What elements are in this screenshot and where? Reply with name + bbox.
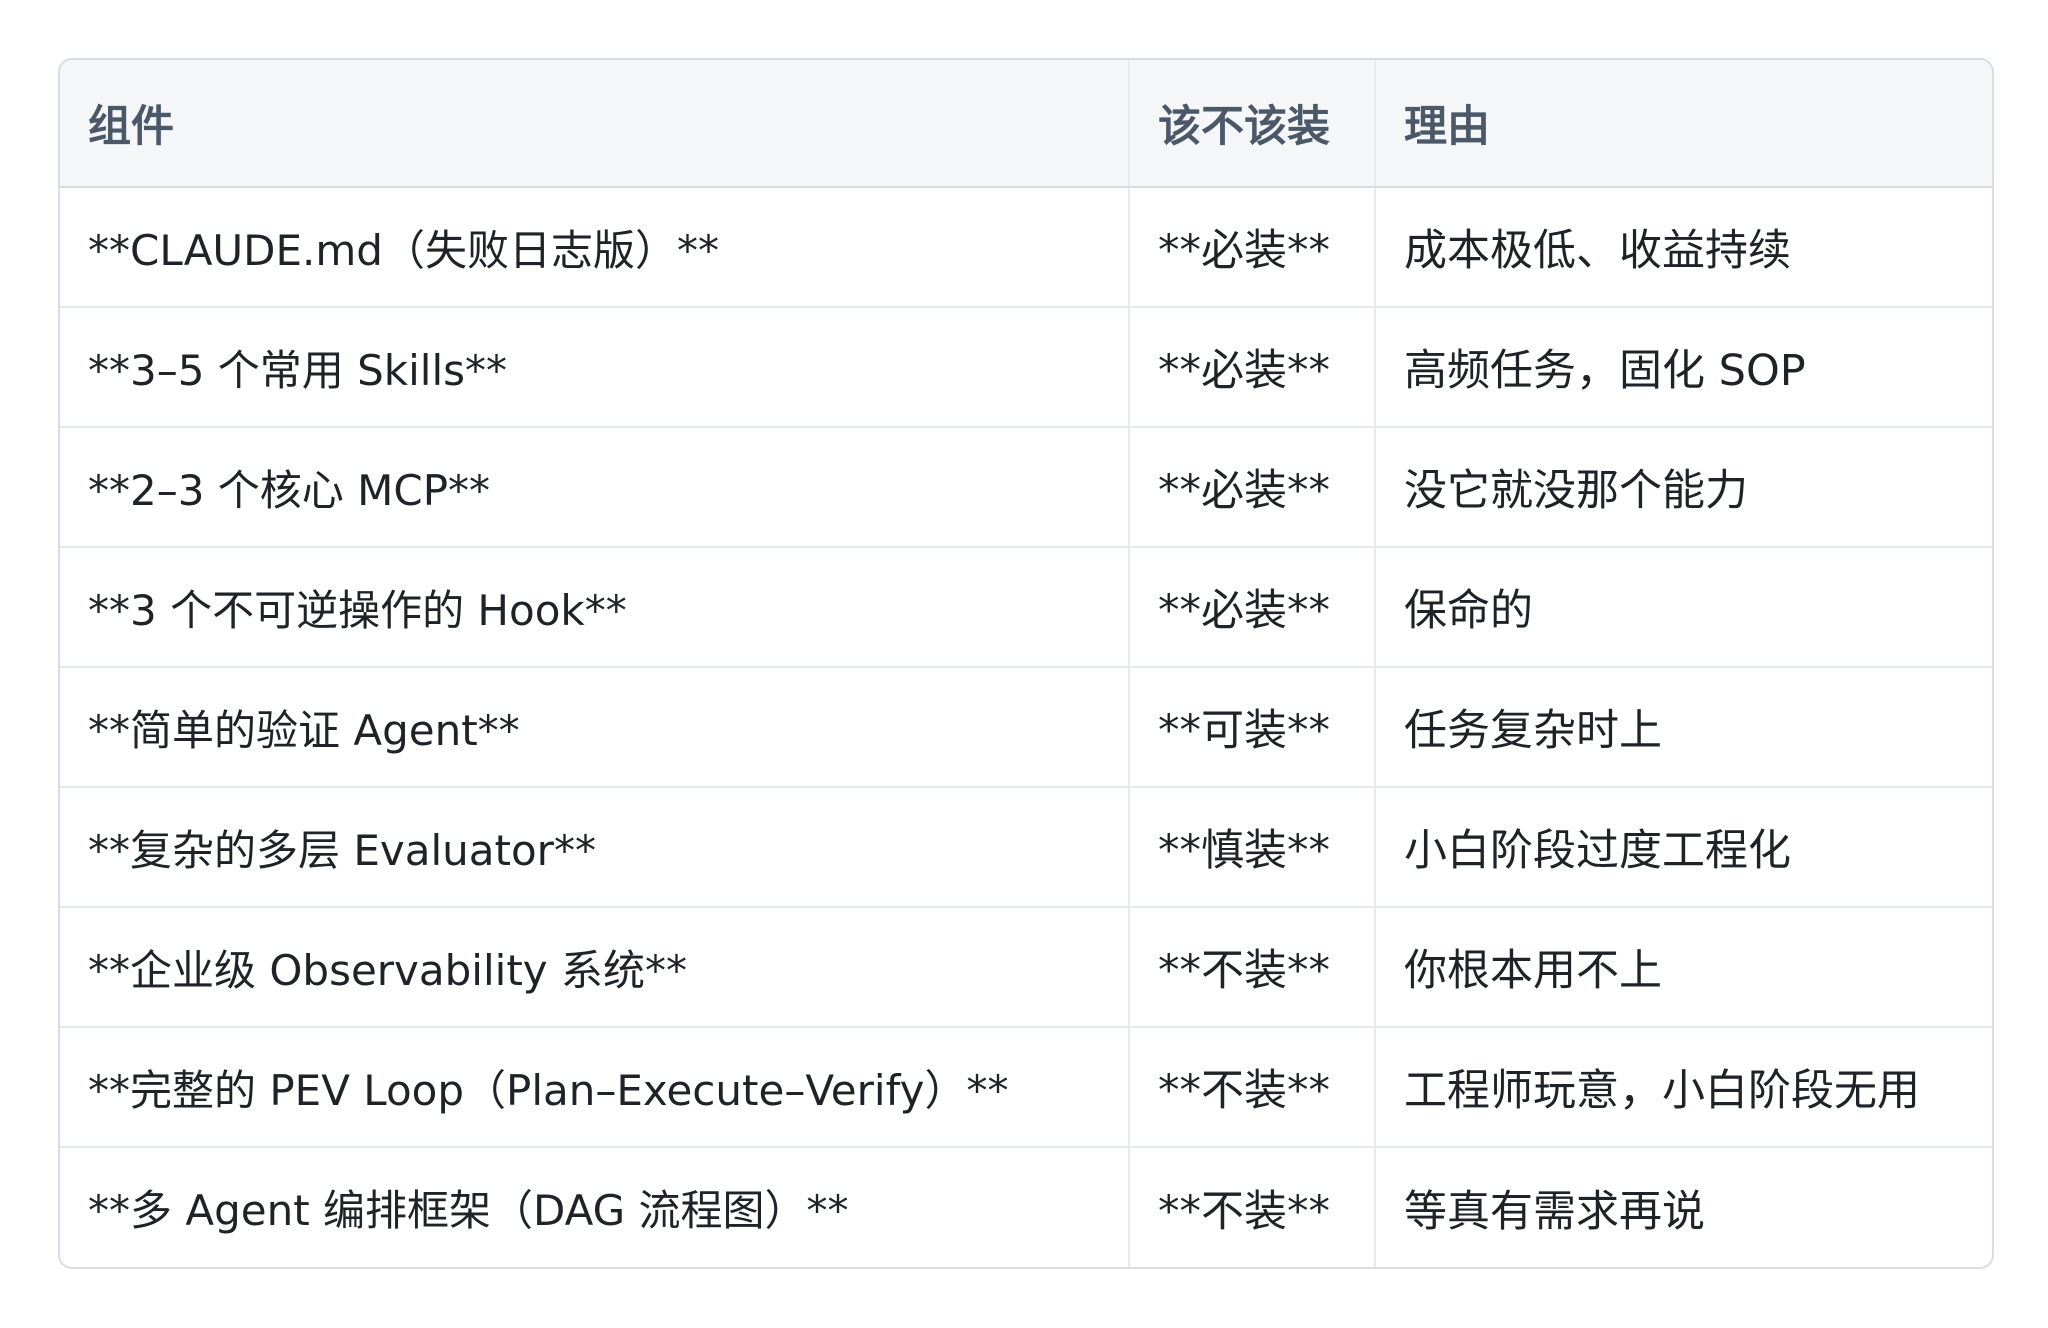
cell-reason: 高频任务，固化 SOP	[1374, 306, 1992, 427]
cell-reason: 成本极低、收益持续	[1374, 187, 1992, 307]
cell-verdict: **必装**	[1128, 546, 1375, 667]
header-row: 组件 该不该装 理由	[60, 60, 1992, 188]
table-body: **CLAUDE.md（失败日志版）** **必装** 成本极低、收益持续 **…	[60, 187, 1992, 1267]
header-component: 组件	[60, 60, 1129, 188]
cell-verdict: **可装**	[1128, 666, 1375, 787]
cell-component: **完整的 PEV Loop（Plan–Execute–Verify）**	[60, 1026, 1129, 1147]
cell-component: **2–3 个核心 MCP**	[60, 426, 1129, 547]
table-row: **CLAUDE.md（失败日志版）** **必装** 成本极低、收益持续	[60, 187, 1992, 307]
table-row: **多 Agent 编排框架（DAG 流程图）** **不装** 等真有需求再说	[60, 1146, 1992, 1267]
cell-reason: 你根本用不上	[1374, 906, 1992, 1027]
cell-reason: 工程师玩意，小白阶段无用	[1374, 1026, 1992, 1147]
cell-verdict: **必装**	[1128, 306, 1375, 427]
table-row: **2–3 个核心 MCP** **必装** 没它就没那个能力	[60, 426, 1992, 547]
cell-verdict: **不装**	[1128, 906, 1375, 1027]
cell-reason: 保命的	[1374, 546, 1992, 667]
table-row: **3 个不可逆操作的 Hook** **必装** 保命的	[60, 546, 1992, 667]
cell-component: **复杂的多层 Evaluator**	[60, 786, 1129, 907]
cell-reason: 没它就没那个能力	[1374, 426, 1992, 547]
cell-component: **企业级 Observability 系统**	[60, 906, 1129, 1027]
cell-reason: 任务复杂时上	[1374, 666, 1992, 787]
table-row: **企业级 Observability 系统** **不装** 你根本用不上	[60, 906, 1992, 1027]
cell-component: **多 Agent 编排框架（DAG 流程图）**	[60, 1146, 1129, 1267]
component-table: 组件 该不该装 理由 **CLAUDE.md（失败日志版）** **必装** 成…	[60, 60, 1992, 1267]
table-header: 组件 该不该装 理由	[60, 60, 1992, 188]
table-row: **复杂的多层 Evaluator** **慎装** 小白阶段过度工程化	[60, 786, 1992, 907]
cell-verdict: **不装**	[1128, 1026, 1375, 1147]
cell-component: **简单的验证 Agent**	[60, 666, 1129, 787]
cell-reason: 小白阶段过度工程化	[1374, 786, 1992, 907]
table-row: **简单的验证 Agent** **可装** 任务复杂时上	[60, 666, 1992, 787]
cell-reason: 等真有需求再说	[1374, 1146, 1992, 1267]
cell-verdict: **必装**	[1128, 426, 1375, 547]
component-table-container: 组件 该不该装 理由 **CLAUDE.md（失败日志版）** **必装** 成…	[58, 58, 1994, 1269]
cell-verdict: **必装**	[1128, 187, 1375, 307]
cell-verdict: **慎装**	[1128, 786, 1375, 907]
cell-component: **3 个不可逆操作的 Hook**	[60, 546, 1129, 667]
header-should-install: 该不该装	[1128, 60, 1375, 188]
table-row: **完整的 PEV Loop（Plan–Execute–Verify）** **…	[60, 1026, 1992, 1147]
cell-component: **3–5 个常用 Skills**	[60, 306, 1129, 427]
table-row: **3–5 个常用 Skills** **必装** 高频任务，固化 SOP	[60, 306, 1992, 427]
cell-component: **CLAUDE.md（失败日志版）**	[88, 225, 719, 275]
cell-verdict: **不装**	[1128, 1146, 1375, 1267]
header-reason: 理由	[1374, 60, 1992, 188]
